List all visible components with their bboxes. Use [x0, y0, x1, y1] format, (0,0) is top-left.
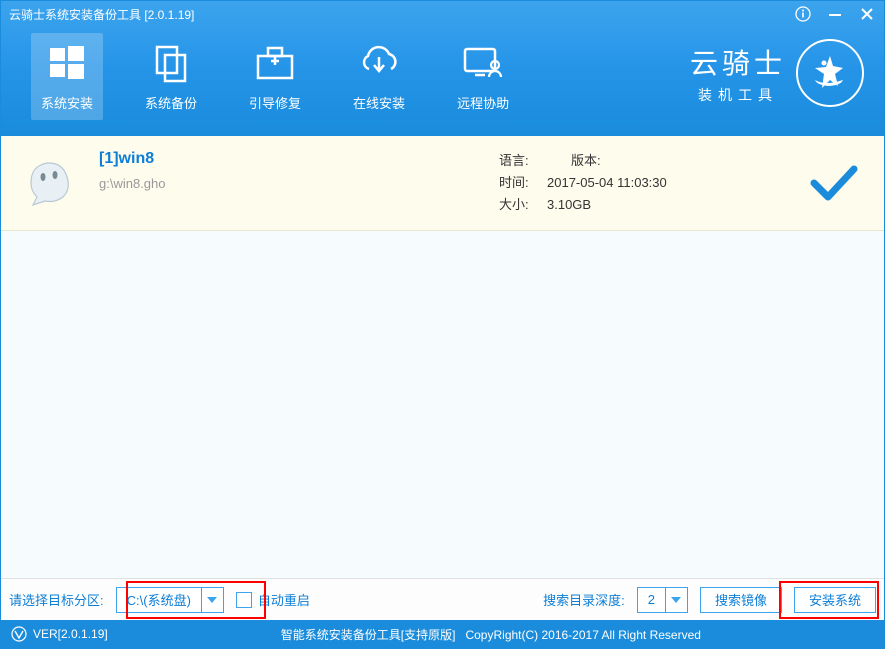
image-details: 语言: 版本: 时间:2017-05-04 11:03:30 大小:3.10GB	[499, 150, 667, 216]
brand-sub: 装机工具	[698, 85, 778, 105]
content-area: [1]win8 g:\win8.gho 语言: 版本: 时间:2017-05-0…	[1, 136, 884, 578]
tool-online-install[interactable]: 在线安装	[343, 33, 415, 120]
tool-remote-assist[interactable]: 远程协助	[447, 33, 519, 120]
tool-label: 系统备份	[145, 93, 197, 112]
toolbox-icon	[253, 41, 297, 85]
partition-dropdown[interactable]: C:\(系统盘)	[116, 587, 224, 613]
header: 云骑士系统安装备份工具 [2.0.1.19] 系统安装	[1, 1, 884, 136]
tool-label: 系统安装	[41, 93, 93, 112]
tool-system-backup[interactable]: 系统备份	[135, 33, 207, 120]
titlebar: 云骑士系统安装备份工具 [2.0.1.19]	[1, 1, 884, 27]
partition-label: 请选择目标分区:	[9, 590, 104, 609]
tool-label: 引导修复	[249, 93, 301, 112]
search-image-button[interactable]: 搜索镜像	[700, 587, 782, 613]
window-title: 云骑士系统安装备份工具 [2.0.1.19]	[9, 6, 794, 23]
search-depth-value: 2	[638, 592, 665, 607]
image-path: g:\win8.gho	[99, 176, 499, 191]
chevron-down-icon	[665, 588, 687, 612]
auto-restart-checkbox[interactable]: 自动重启	[236, 590, 310, 609]
version-indicator: VER[2.0.1.19]	[11, 626, 108, 642]
cloud-download-icon	[357, 41, 401, 85]
brand-logo-icon	[796, 39, 864, 107]
windows-icon	[45, 41, 89, 85]
tool-label: 远程协助	[457, 93, 509, 112]
ghost-icon	[21, 153, 81, 213]
check-icon	[804, 163, 864, 203]
version-icon	[11, 626, 27, 642]
checkbox-box	[236, 592, 252, 608]
bottom-bar: 请选择目标分区: C:\(系统盘) 自动重启 搜索目录深度: 2 搜索镜像 安装…	[1, 578, 884, 620]
search-depth-dropdown[interactable]: 2	[637, 587, 688, 613]
tool-system-install[interactable]: 系统安装	[31, 33, 103, 120]
info-icon[interactable]	[794, 5, 812, 23]
tool-label: 在线安装	[353, 93, 405, 112]
brand-name: 云骑士	[690, 42, 786, 82]
image-name: [1]win8	[99, 150, 499, 168]
minimize-icon[interactable]	[826, 5, 844, 23]
status-bar: VER[2.0.1.19] 智能系统安装备份工具[支持原版] CopyRight…	[1, 620, 884, 648]
monitor-user-icon	[461, 41, 505, 85]
copy-icon	[149, 41, 193, 85]
chevron-down-icon	[201, 588, 223, 612]
brand: 云骑士 装机工具	[690, 39, 864, 107]
partition-value: C:\(系统盘)	[117, 590, 201, 609]
install-system-button[interactable]: 安装系统	[794, 587, 876, 613]
image-item[interactable]: [1]win8 g:\win8.gho 语言: 版本: 时间:2017-05-0…	[1, 136, 884, 231]
search-depth-label: 搜索目录深度:	[543, 590, 625, 609]
tool-boot-repair[interactable]: 引导修复	[239, 33, 311, 120]
close-icon[interactable]	[858, 5, 876, 23]
